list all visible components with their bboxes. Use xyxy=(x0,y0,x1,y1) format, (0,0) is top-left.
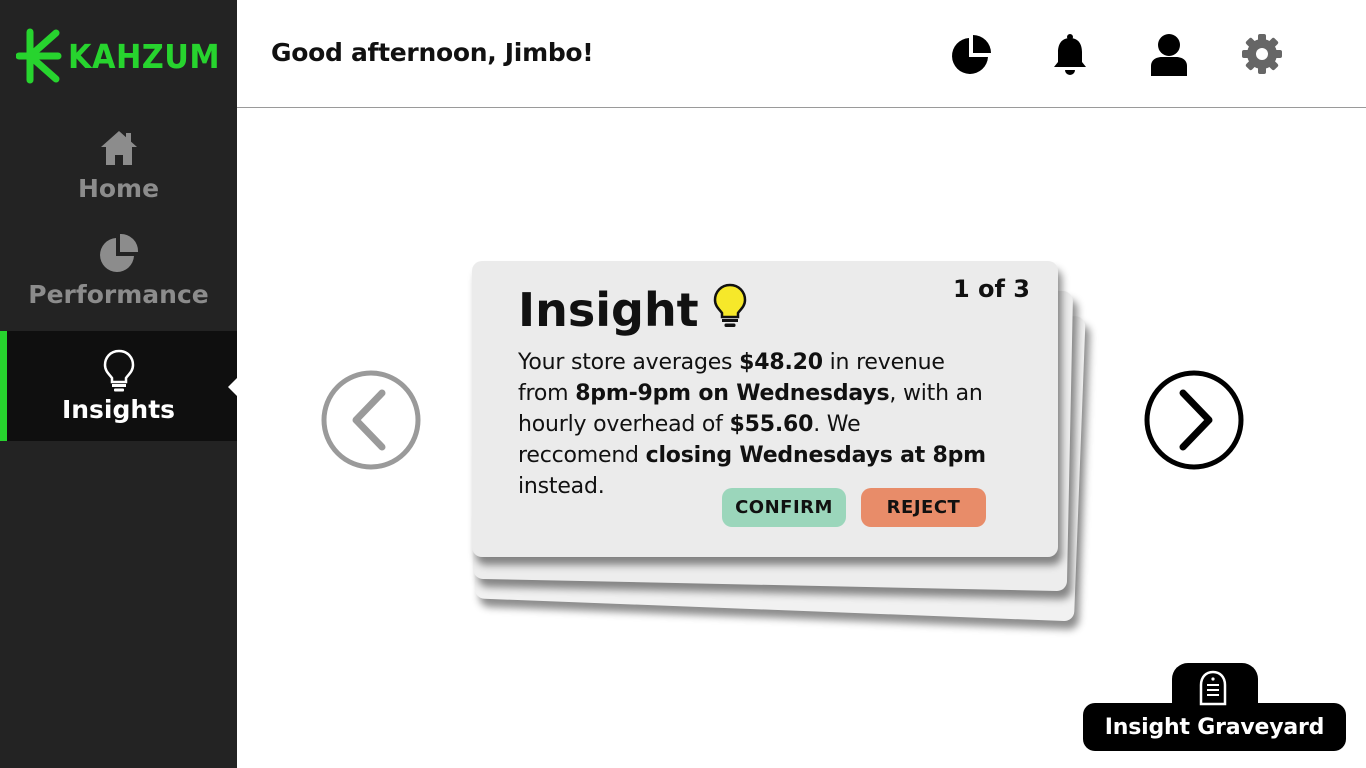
insight-graveyard-button[interactable]: Insight Graveyard xyxy=(1083,703,1346,751)
bell-icon[interactable] xyxy=(1048,32,1092,76)
graveyard-label: Insight Graveyard xyxy=(1104,714,1325,740)
body-highlight: closing Wednesdays at 8pm xyxy=(645,443,986,468)
pie-chart-icon[interactable] xyxy=(950,32,994,76)
gear-icon[interactable] xyxy=(1240,32,1284,76)
active-indicator xyxy=(0,331,7,441)
insight-title: Insight xyxy=(518,283,699,337)
body-highlight: $55.60 xyxy=(729,412,814,437)
pie-chart-icon xyxy=(99,233,138,272)
body-highlight: 8pm-9pm on Wednesdays xyxy=(575,381,890,406)
confirm-button[interactable]: CONFIRM xyxy=(722,488,846,527)
home-icon xyxy=(100,131,137,165)
insight-counter: 1 of 3 xyxy=(952,275,1030,303)
sidebar-item-home[interactable]: Home xyxy=(0,128,237,218)
reject-button[interactable]: REJECT xyxy=(861,488,986,527)
user-icon[interactable] xyxy=(1147,32,1191,76)
sidebar-item-label: Insights xyxy=(61,394,176,424)
tombstone-icon xyxy=(1199,670,1227,706)
sidebar-item-performance[interactable]: Performance xyxy=(0,232,237,322)
sidebar-item-label: Performance xyxy=(28,280,209,309)
lightbulb-icon xyxy=(103,349,134,391)
sidebar-item-label: Home xyxy=(77,174,160,203)
body-text: instead. xyxy=(518,474,605,499)
sidebar-item-insights[interactable]: Insights xyxy=(0,331,238,441)
insight-card: Insight 1 of 3 Your store averages $48.2… xyxy=(472,261,1058,557)
next-insight-button[interactable] xyxy=(1143,369,1245,471)
active-caret xyxy=(228,377,238,397)
app: KAHZUM Home Performance Insights Good af… xyxy=(0,0,1366,768)
body-text: Your store averages xyxy=(518,350,740,375)
previous-insight-button[interactable] xyxy=(320,369,422,471)
lightbulb-icon xyxy=(713,283,747,327)
brand-name: KAHZUM xyxy=(68,36,221,76)
logo[interactable]: KAHZUM xyxy=(16,26,233,86)
header: Good afternoon, Jimbo! xyxy=(237,0,1366,108)
insight-body: Your store averages $48.20 in revenue fr… xyxy=(518,347,988,502)
kahzum-logo-icon xyxy=(16,28,62,84)
greeting: Good afternoon, Jimbo! xyxy=(271,38,594,67)
body-highlight: $48.20 xyxy=(739,350,823,375)
sidebar: KAHZUM Home Performance Insights xyxy=(0,0,238,768)
